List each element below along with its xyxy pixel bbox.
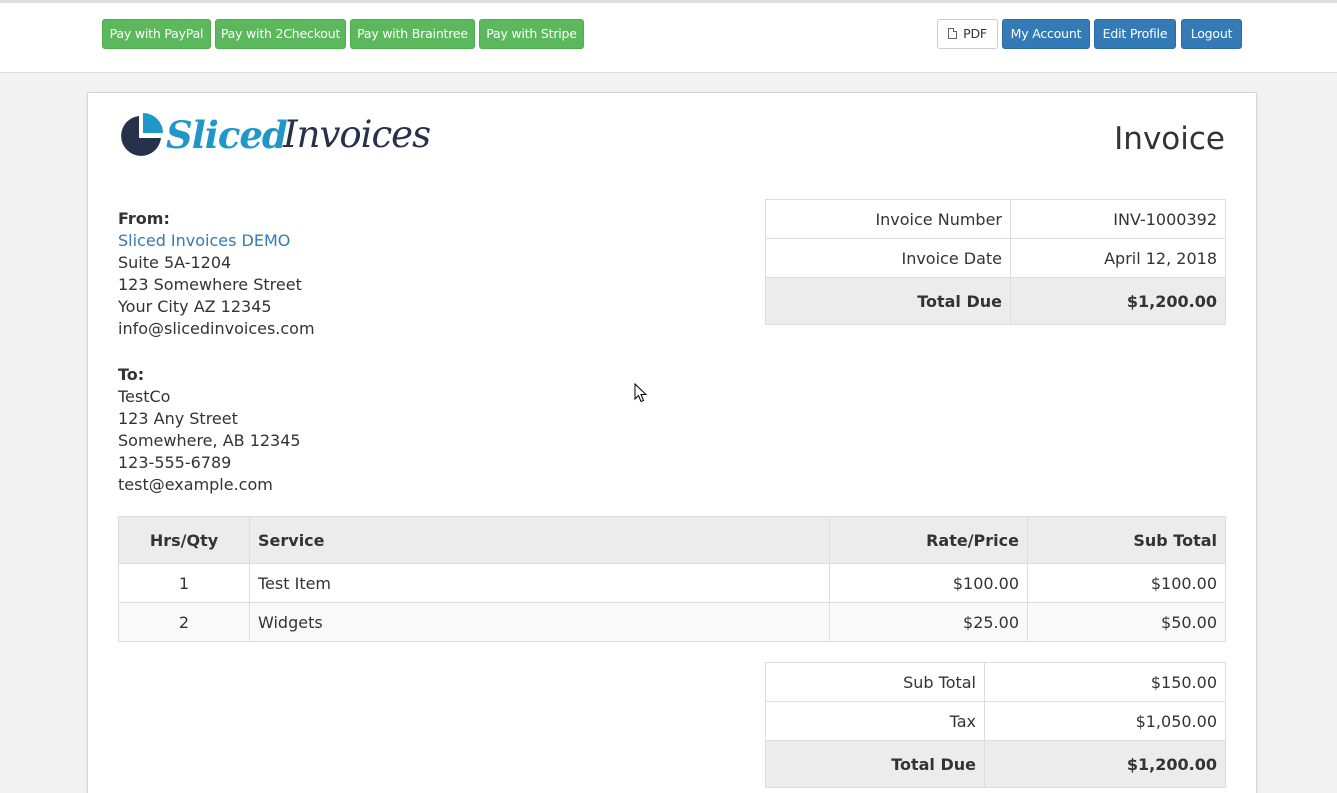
pay-with-braintree-button[interactable]: Pay with Braintree: [350, 19, 475, 49]
grand-total-row: Total Due $1,200.00: [765, 740, 1226, 788]
totals-table: Sub Total $150.00 Tax $1,050.00 Total Du…: [765, 662, 1226, 788]
from-address: From: Sliced Invoices DEMO Suite 5A-1204…: [118, 208, 315, 340]
invoice-date-label: Invoice Date: [765, 238, 1011, 278]
invoice-number-value: INV-1000392: [1010, 199, 1226, 239]
item-service: Test Item: [249, 563, 830, 603]
mouse-cursor-icon: [634, 383, 648, 403]
table-row: 1 Test Item $100.00 $100.00: [118, 563, 1226, 603]
header-rate: Rate/Price: [829, 516, 1028, 564]
to-address: To: TestCo 123 Any Street Somewhere, AB …: [118, 364, 301, 496]
from-address-line: Your City AZ 12345: [118, 297, 272, 316]
line-items-header: Hrs/Qty Service Rate/Price Sub Total: [118, 516, 1226, 564]
tax-row: Tax $1,050.00: [765, 701, 1226, 741]
invoice-meta-table: Invoice Number INV-1000392 Invoice Date …: [765, 199, 1226, 325]
subtotal-value: $150.00: [984, 662, 1226, 702]
pay-with-2checkout-button[interactable]: Pay with 2Checkout: [215, 19, 346, 49]
header-qty: Hrs/Qty: [118, 516, 250, 564]
item-qty: 2: [118, 602, 250, 642]
item-rate: $25.00: [829, 602, 1028, 642]
pdf-button[interactable]: PDF: [937, 19, 998, 49]
from-email: info@slicedinvoices.com: [118, 319, 315, 338]
header-service: Service: [249, 516, 830, 564]
logo-pie-icon: [121, 113, 163, 156]
logo-text-invoices: Invoices: [283, 113, 431, 156]
invoice-date-value: April 12, 2018: [1010, 238, 1226, 278]
table-row: 2 Widgets $25.00 $50.00: [118, 602, 1226, 642]
item-service: Widgets: [249, 602, 830, 642]
file-pdf-icon: [948, 28, 958, 39]
item-subtotal: $100.00: [1027, 563, 1226, 603]
invoice-number-row: Invoice Number INV-1000392: [765, 199, 1226, 239]
line-items-table: Hrs/Qty Service Rate/Price Sub Total 1 T…: [118, 516, 1226, 642]
from-label: From:: [118, 209, 170, 228]
total-due-value: $1,200.00: [1010, 277, 1226, 325]
to-address-line: 123 Any Street: [118, 409, 238, 428]
from-address-line: Suite 5A-1204: [118, 253, 232, 272]
top-toolbar: Pay with PayPal Pay with 2Checkout Pay w…: [0, 0, 1337, 73]
invoice-date-row: Invoice Date April 12, 2018: [765, 238, 1226, 278]
to-phone: 123-555-6789: [118, 453, 232, 472]
invoice-number-label: Invoice Number: [765, 199, 1011, 239]
edit-profile-button[interactable]: Edit Profile: [1094, 19, 1176, 49]
grand-total-value: $1,200.00: [984, 740, 1226, 788]
subtotal-row: Sub Total $150.00: [765, 662, 1226, 702]
pay-with-paypal-button[interactable]: Pay with PayPal: [102, 19, 211, 49]
to-label: To:: [118, 365, 145, 384]
item-subtotal: $50.00: [1027, 602, 1226, 642]
item-qty: 1: [118, 563, 250, 603]
from-address-line: 123 Somewhere Street: [118, 275, 302, 294]
to-email: test@example.com: [118, 475, 273, 494]
pdf-button-label: PDF: [963, 26, 987, 41]
pay-with-stripe-button[interactable]: Pay with Stripe: [479, 19, 584, 49]
logo-text-sliced: Sliced: [166, 113, 288, 157]
grand-total-label: Total Due: [765, 740, 985, 788]
invoice-title: Invoice: [1114, 121, 1225, 157]
tax-label: Tax: [765, 701, 985, 741]
header-subtotal: Sub Total: [1027, 516, 1226, 564]
tax-value: $1,050.00: [984, 701, 1226, 741]
invoice-paper: Sliced Invoices Invoice From: Sliced Inv…: [87, 92, 1257, 793]
my-account-button[interactable]: My Account: [1002, 19, 1090, 49]
sliced-invoices-logo: Sliced Invoices: [118, 113, 431, 161]
to-company: TestCo: [118, 387, 171, 406]
from-company-link[interactable]: Sliced Invoices DEMO: [118, 230, 315, 252]
total-due-row: Total Due $1,200.00: [765, 277, 1226, 325]
logout-button[interactable]: Logout: [1181, 19, 1242, 49]
to-address-line: Somewhere, AB 12345: [118, 431, 301, 450]
item-rate: $100.00: [829, 563, 1028, 603]
subtotal-label: Sub Total: [765, 662, 985, 702]
total-due-label: Total Due: [765, 277, 1011, 325]
